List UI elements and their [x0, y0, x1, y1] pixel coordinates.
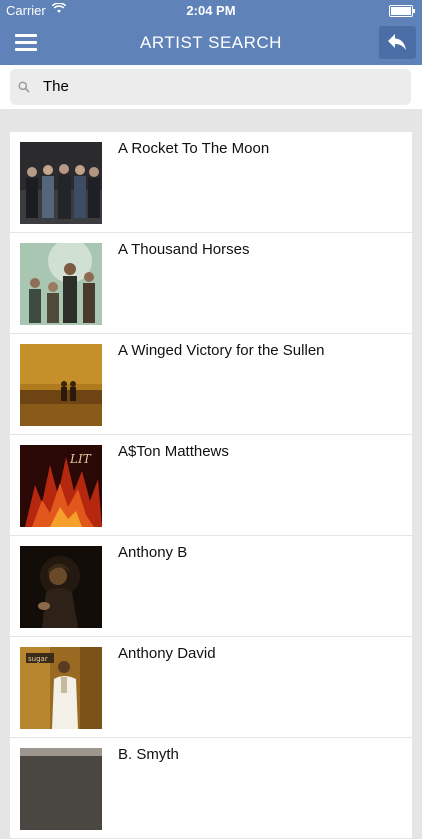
list-item[interactable]: A Winged Victory for the Sullen [10, 334, 412, 434]
artist-name: Anthony B [118, 544, 188, 561]
battery-icon [389, 5, 415, 17]
artist-name: B. Smyth [118, 746, 179, 763]
search-bar [0, 65, 422, 109]
nav-bar: ARTIST SEARCH [0, 20, 422, 65]
artist-list: A Rocket To The Moon A Thousand Horses A… [10, 132, 412, 839]
artist-name: A Thousand Horses [118, 241, 250, 258]
svg-text:sugar: sugar [28, 655, 48, 663]
artist-thumbnail [20, 748, 102, 830]
search-input[interactable] [43, 69, 393, 105]
clock: 2:04 PM [186, 3, 236, 18]
artist-name: Anthony David [118, 645, 216, 662]
page-title: ARTIST SEARCH [140, 33, 282, 52]
artist-thumbnail [20, 142, 102, 224]
artist-name: A Rocket To The Moon [118, 140, 270, 157]
list-item[interactable]: LIT A$Ton Matthews [10, 435, 412, 535]
hamburger-menu-icon[interactable] [15, 34, 37, 51]
artist-thumbnail: sugar [20, 647, 102, 729]
artist-thumbnail: LIT [20, 445, 102, 527]
artist-thumbnail [20, 344, 102, 426]
list-item[interactable]: A Rocket To The Moon [10, 132, 412, 232]
reply-arrow-icon [388, 34, 406, 50]
list-item[interactable]: A Thousand Horses [10, 233, 412, 333]
svg-text:LIT: LIT [69, 452, 92, 466]
back-button[interactable] [379, 26, 416, 59]
search-field[interactable] [10, 69, 411, 105]
artist-name: A$Ton Matthews [118, 443, 229, 460]
list-item[interactable]: B. Smyth [10, 738, 412, 838]
list-item[interactable]: Anthony B [10, 536, 412, 636]
artist-thumbnail [20, 243, 102, 325]
search-icon [18, 81, 30, 93]
list-item[interactable]: sugar Anthony David [10, 637, 412, 737]
status-bar: Carrier 2:04 PM [0, 0, 422, 20]
artist-thumbnail [20, 546, 102, 628]
artist-name: A Winged Victory for the Sullen [118, 342, 325, 359]
